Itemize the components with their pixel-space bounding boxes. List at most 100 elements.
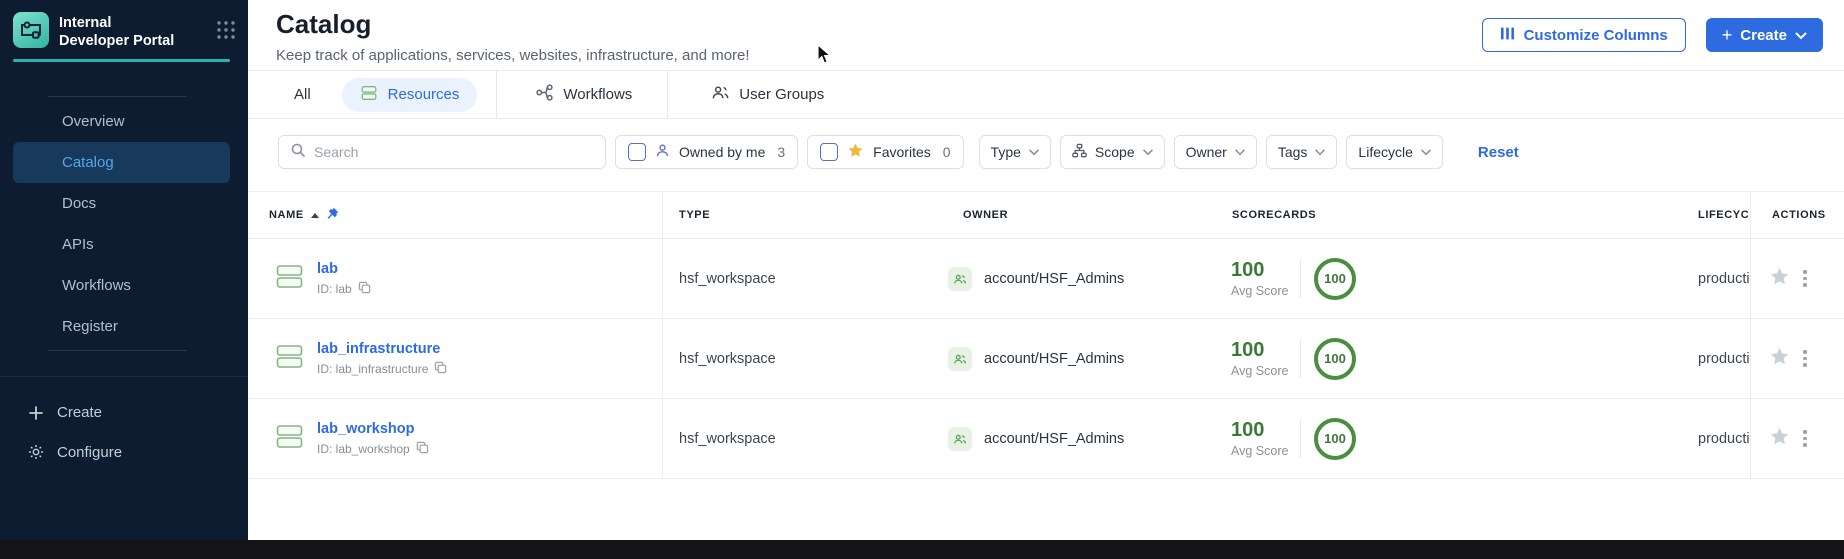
type-cell: hsf_workspace	[679, 350, 776, 367]
person-icon	[655, 143, 670, 161]
scorecard-ring[interactable]: 100	[1314, 337, 1356, 380]
sidebar-item-register[interactable]: Register	[0, 306, 248, 347]
avg-score-label: Avg Score	[1231, 364, 1289, 378]
tab-user-groups-label: User Groups	[739, 86, 825, 103]
pin-icon[interactable]	[326, 207, 339, 223]
entity-name-link[interactable]: lab_workshop	[317, 421, 429, 437]
owned-by-me-count: 3	[777, 144, 786, 160]
table-row[interactable]: lab_infrastructure ID: lab_infrastructur…	[248, 319, 1844, 399]
tags-filter-dropdown[interactable]: Tags	[1265, 135, 1338, 169]
column-header-owner[interactable]: OWNER	[948, 192, 1227, 238]
entity-id: ID: lab_infrastructure	[317, 361, 429, 376]
workspace-entity-icon	[276, 264, 303, 294]
column-header-scorecards[interactable]: SCORECARDS	[1227, 192, 1698, 238]
sort-ascending-icon[interactable]	[310, 212, 319, 218]
window-bottom-bar	[0, 540, 1844, 559]
name-header-label: NAME	[269, 209, 304, 221]
brand: Internal Developer Portal	[0, 0, 248, 50]
tab-resources[interactable]: Resources	[341, 77, 478, 112]
tab-all[interactable]: All	[294, 86, 311, 103]
name-cell: lab ID: lab	[248, 239, 663, 318]
avg-score-label: Avg Score	[1231, 444, 1289, 458]
sidebar-item-catalog[interactable]: Catalog	[13, 142, 230, 184]
workspace-entity-icon	[276, 424, 303, 454]
name-cell: lab_workshop ID: lab_workshop	[248, 399, 663, 478]
sidebar-item-workflows[interactable]: Workflows	[0, 265, 248, 306]
score-divider	[1300, 419, 1301, 458]
page-subtitle: Keep track of applications, services, we…	[276, 46, 750, 64]
favorites-label: Favorites	[873, 144, 931, 160]
copy-icon[interactable]	[416, 441, 429, 457]
sidebar-divider-full	[0, 376, 248, 378]
user-groups-icon	[711, 83, 730, 106]
sidebar-nav: Overview Catalog Docs APIs Workflows Reg…	[0, 101, 248, 347]
owned-by-me-checkbox[interactable]	[628, 143, 646, 161]
score-divider	[1300, 259, 1301, 298]
search-input[interactable]	[314, 144, 584, 160]
lifecycle-cell: production	[1698, 270, 1750, 287]
scorecard-ring[interactable]: 100	[1314, 417, 1356, 460]
table-row[interactable]: lab ID: lab hsf_workspace account/HSF_Ad…	[248, 239, 1844, 319]
favorite-star-icon[interactable]	[1769, 266, 1790, 292]
favorites-checkbox[interactable]	[820, 143, 839, 161]
plus-icon	[27, 405, 45, 421]
title-block: Catalog Keep track of applications, serv…	[276, 7, 750, 64]
row-menu-icon[interactable]	[1803, 350, 1807, 367]
lifecycle-filter-dropdown[interactable]: Lifecycle	[1346, 135, 1443, 169]
favorite-star-icon[interactable]	[1769, 346, 1790, 372]
column-header-type[interactable]: TYPE	[663, 192, 948, 238]
type-filter-dropdown[interactable]: Type	[978, 135, 1051, 169]
owned-by-me-label: Owned by me	[679, 144, 766, 160]
filter-bar: Owned by me 3 Favorites 0 Type	[248, 119, 1844, 185]
catalog-table: NAME TYPE OWNER SCORECARDS LIFECYCLE ACT…	[248, 191, 1844, 479]
owner-name[interactable]: account/HSF_Admins	[984, 431, 1124, 447]
create-button[interactable]: + Create	[1705, 18, 1823, 52]
row-menu-icon[interactable]	[1803, 430, 1807, 447]
main-content: Catalog Keep track of applications, serv…	[248, 0, 1844, 559]
chevron-down-icon	[1315, 149, 1326, 155]
sidebar-create-button[interactable]: Create	[0, 393, 248, 432]
avg-score-label: Avg Score	[1231, 284, 1289, 298]
owner-cell: account/HSF_Admins	[948, 319, 1227, 398]
app-logo-icon	[13, 12, 49, 48]
tab-user-groups[interactable]: User Groups	[711, 83, 824, 106]
favorites-filter[interactable]: Favorites 0	[807, 135, 964, 169]
actions-cell	[1750, 319, 1844, 398]
entity-name-link[interactable]: lab_infrastructure	[317, 341, 447, 357]
search-box[interactable]	[278, 135, 606, 169]
catalog-tabs: All Resources Workflows User Groups	[248, 71, 1844, 119]
sidebar-item-docs[interactable]: Docs	[0, 183, 248, 224]
tab-workflows[interactable]: Workflows	[535, 83, 632, 106]
app-switcher-grid-icon[interactable]	[216, 20, 236, 45]
favorite-star-icon[interactable]	[1769, 426, 1790, 452]
columns-icon	[1500, 26, 1515, 45]
page-header: Catalog Keep track of applications, serv…	[248, 0, 1844, 71]
sidebar-divider	[48, 350, 187, 352]
column-header-lifecycle[interactable]: LIFECYCLE	[1698, 192, 1750, 238]
table-row[interactable]: lab_workshop ID: lab_workshop hsf_worksp…	[248, 399, 1844, 479]
chevron-down-icon	[1235, 149, 1245, 155]
sidebar-item-overview[interactable]: Overview	[0, 101, 248, 142]
row-menu-icon[interactable]	[1803, 270, 1807, 287]
page-title: Catalog	[276, 8, 372, 39]
scope-filter-dropdown[interactable]: Scope	[1059, 135, 1165, 169]
copy-icon[interactable]	[434, 361, 447, 377]
owner-name[interactable]: account/HSF_Admins	[984, 351, 1124, 367]
owner-filter-dropdown[interactable]: Owner	[1173, 135, 1257, 169]
name-cell: lab_infrastructure ID: lab_infrastructur…	[248, 319, 663, 398]
workspace-entity-icon	[276, 344, 303, 374]
scorecard-ring[interactable]: 100	[1314, 257, 1356, 300]
customize-columns-button[interactable]: Customize Columns	[1481, 18, 1686, 52]
sidebar-divider	[48, 96, 187, 98]
owner-filter-label: Owner	[1185, 144, 1227, 160]
column-header-actions: ACTIONS	[1750, 192, 1844, 238]
owned-by-me-filter[interactable]: Owned by me 3	[615, 135, 799, 169]
sidebar-item-apis[interactable]: APIs	[0, 224, 248, 265]
owner-name[interactable]: account/HSF_Admins	[984, 271, 1124, 287]
column-header-name[interactable]: NAME	[248, 192, 663, 238]
tab-workflows-label: Workflows	[563, 86, 633, 103]
entity-name-link[interactable]: lab	[317, 261, 371, 277]
sidebar-configure-button[interactable]: Configure	[0, 432, 248, 472]
copy-icon[interactable]	[358, 281, 371, 297]
reset-filters-button[interactable]: Reset	[1478, 144, 1519, 161]
